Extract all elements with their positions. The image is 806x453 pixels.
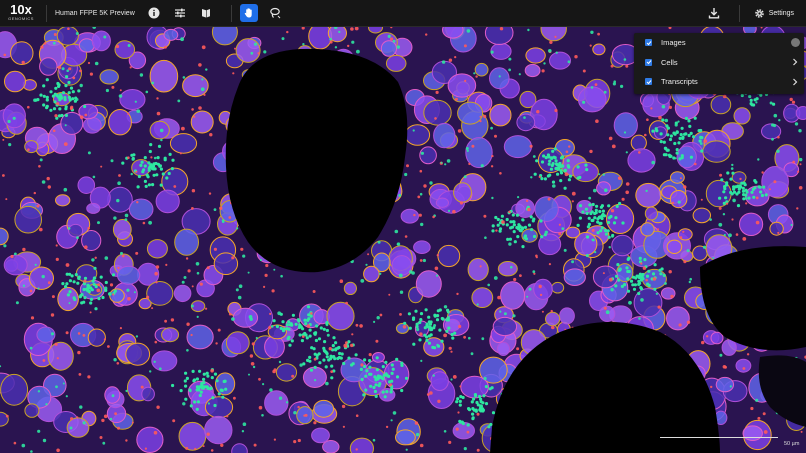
logo: 10x GENOMICS	[4, 0, 38, 27]
layer-row-images[interactable]: Images	[634, 33, 804, 53]
download-button[interactable]	[705, 4, 723, 22]
transcripts-checkbox[interactable]	[645, 78, 652, 86]
book-icon	[201, 9, 210, 18]
chevron-right-icon[interactable]	[790, 57, 800, 67]
lasso-tool-button[interactable]	[266, 4, 284, 22]
scale-bar	[660, 437, 778, 438]
top-toolbar: 10x GENOMICS Human FFPE 5K Preview Setti…	[0, 0, 806, 27]
lasso-icon	[269, 7, 281, 19]
notes-button[interactable]	[197, 4, 215, 22]
divider	[738, 4, 740, 22]
sliders-icon	[174, 8, 185, 18]
layers-panel: Images Cells Transcripts	[634, 33, 804, 94]
download-icon	[708, 8, 719, 19]
dataset-title: Human FFPE 5K Preview	[55, 9, 135, 17]
pan-tool-button[interactable]	[239, 4, 258, 22]
divider	[230, 4, 232, 22]
adjust-button[interactable]	[171, 4, 189, 22]
gear-icon	[754, 8, 764, 18]
scale-bar-label: 50 µm	[784, 441, 800, 447]
logo-subtitle: GENOMICS	[8, 16, 34, 21]
hand-pan-icon	[244, 8, 252, 18]
layer-row-transcripts[interactable]: Transcripts	[634, 72, 804, 92]
chevron-right-icon[interactable]	[791, 38, 800, 48]
check-icon	[646, 60, 651, 65]
chevron-right-icon[interactable]	[790, 77, 800, 87]
divider	[46, 4, 47, 22]
layer-row-cells[interactable]: Cells	[634, 53, 804, 73]
layer-label: Cells	[661, 57, 678, 67]
info-button[interactable]	[145, 4, 163, 22]
layer-label: Transcripts	[661, 77, 698, 87]
cells-checkbox[interactable]	[645, 58, 652, 66]
settings-label: Settings	[768, 9, 794, 17]
info-icon	[148, 7, 160, 19]
images-checkbox[interactable]	[645, 39, 652, 47]
layer-label: Images	[661, 38, 686, 48]
check-icon	[646, 40, 651, 45]
check-icon	[646, 79, 651, 84]
settings-button[interactable]: Settings	[748, 4, 800, 22]
logo-mark: 10x	[10, 2, 32, 17]
